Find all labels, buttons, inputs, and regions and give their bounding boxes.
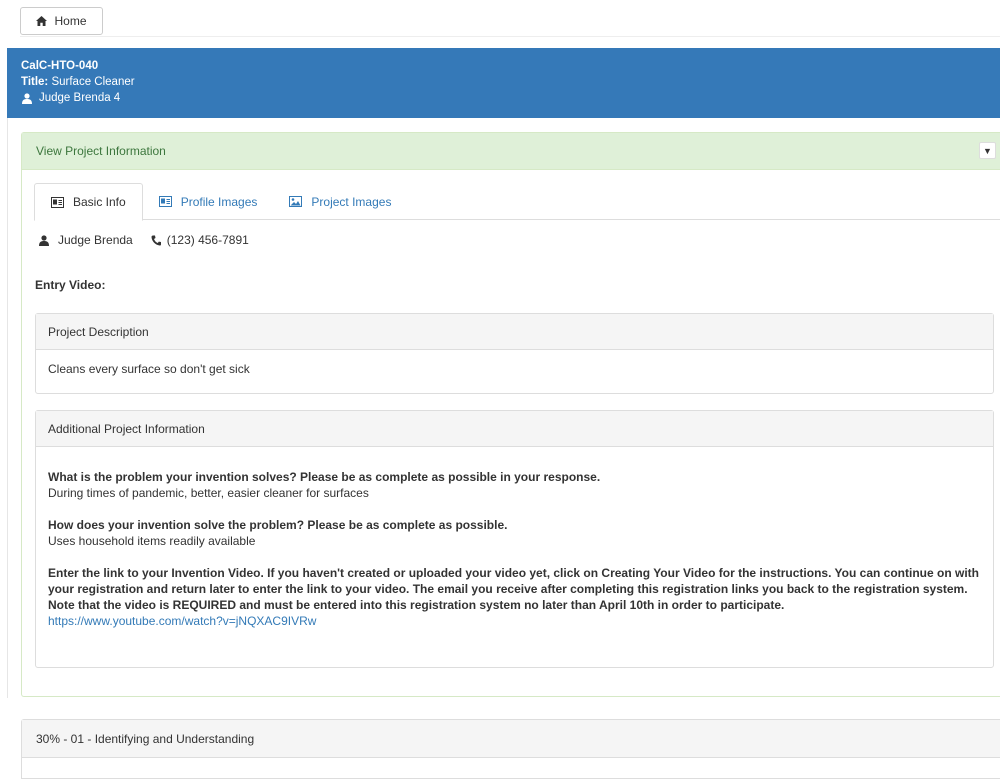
collapse-toggle-button[interactable]: ▼: [979, 142, 996, 159]
tab-profile-images-label: Profile Images: [180, 194, 258, 209]
score-category-panel: 30% - 01 - Identifying and Understanding: [21, 719, 1000, 779]
user-icon: [22, 92, 32, 104]
project-description-heading: Project Description: [36, 314, 993, 350]
question-text: How does your invention solve the proble…: [48, 518, 508, 532]
video-link[interactable]: https://www.youtube.com/watch?v=jNQXAC9I…: [48, 614, 316, 628]
user-icon: [39, 234, 49, 246]
qa-item: What is the problem your invention solve…: [48, 469, 981, 501]
additional-info-heading: Additional Project Information: [36, 411, 993, 447]
phone-icon: [151, 235, 161, 246]
project-code: CalC-HTO-040: [21, 60, 99, 72]
tab-basic-info[interactable]: Basic Info: [34, 183, 143, 221]
image-icon: [289, 196, 303, 207]
score-category-heading: 30% - 01 - Identifying and Understanding: [22, 720, 1000, 758]
question-text: Enter the link to your Invention Video. …: [48, 566, 979, 612]
question-text: What is the problem your invention solve…: [48, 470, 601, 484]
home-label: Home: [54, 14, 87, 28]
contact-info: Judge Brenda (123) 456-7891: [39, 233, 249, 247]
id-card-icon: [158, 196, 172, 207]
tab-project-images[interactable]: Project Images: [273, 183, 407, 220]
header-judge-name: Judge Brenda 4: [39, 92, 121, 104]
top-divider: [20, 36, 1000, 37]
answer-text: During times of pandemic, better, easier…: [48, 486, 369, 500]
qa-item: Enter the link to your Invention Video. …: [48, 565, 981, 629]
additional-info-body: What is the problem your invention solve…: [36, 447, 993, 629]
home-icon: [36, 16, 48, 26]
project-description-body: Cleans every surface so don't get sick: [48, 362, 250, 376]
project-title-label: Title:: [21, 76, 49, 88]
project-title-value: Surface Cleaner: [51, 76, 135, 88]
tab-basic-info-label: Basic Info: [73, 195, 126, 209]
contact-name: Judge Brenda: [58, 233, 133, 247]
id-card-icon: [51, 196, 64, 208]
project-info-heading-label: View Project Information: [36, 144, 166, 158]
tab-project-images-label: Project Images: [311, 194, 392, 209]
contact-phone: (123) 456-7891: [166, 233, 249, 247]
project-info-heading[interactable]: View Project Information ▼: [22, 133, 1000, 170]
answer-text: Uses household items readily available: [48, 534, 256, 548]
info-tabs: Basic Info Profile Images Project Images: [34, 183, 1000, 221]
tab-profile-images[interactable]: Profile Images: [143, 183, 274, 220]
additional-info-panel: Additional Project Information What is t…: [35, 410, 994, 668]
header-judge: Judge Brenda 4: [21, 90, 1000, 106]
project-title: Title: Surface Cleaner: [21, 74, 1000, 90]
project-description-panel: Project Description Cleans every surface…: [35, 313, 994, 394]
qa-item: How does your invention solve the proble…: [48, 517, 981, 549]
project-header: CalC-HTO-040 Title: Surface Cleaner Judg…: [7, 48, 1000, 118]
chevron-down-icon: ▼: [983, 145, 992, 156]
entry-video-label: Entry Video:: [35, 278, 106, 292]
home-button[interactable]: Home: [20, 7, 103, 35]
